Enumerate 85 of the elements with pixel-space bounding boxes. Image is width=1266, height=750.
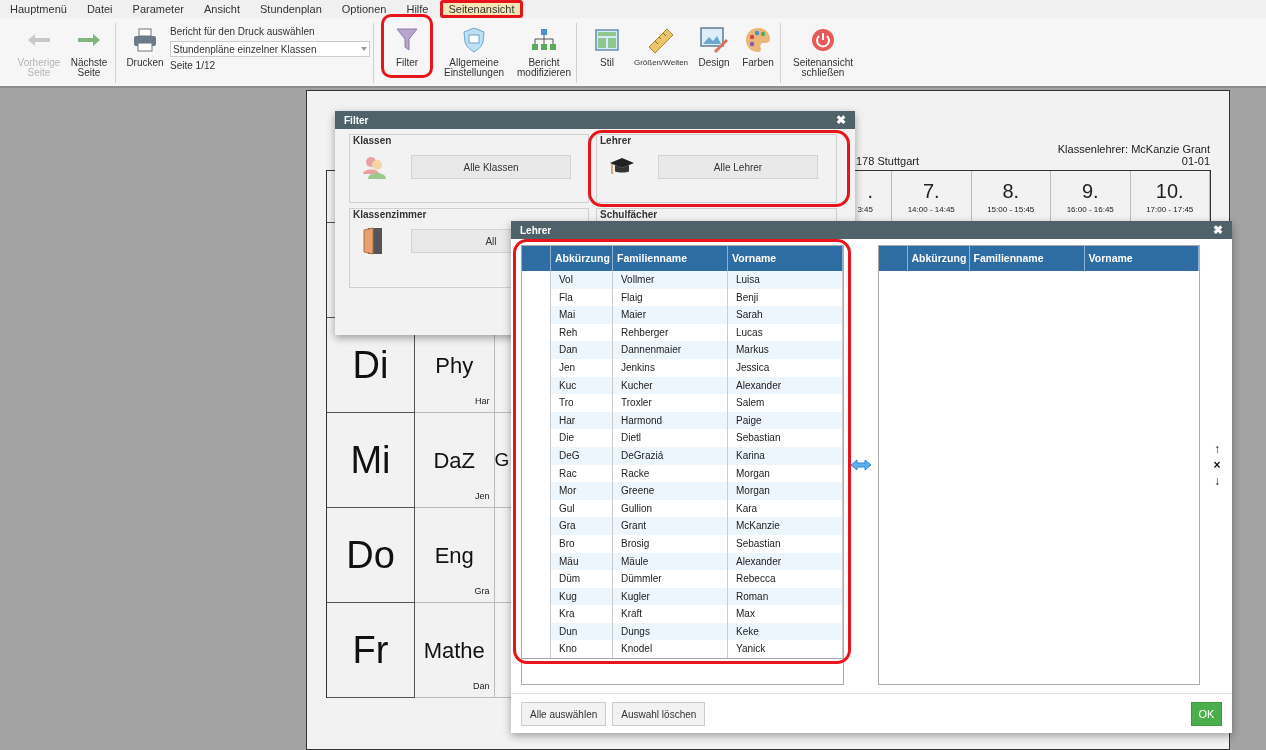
day-label: Fr bbox=[352, 627, 389, 673]
toolbar-button[interactable]: Stil bbox=[589, 18, 625, 78]
period-time: 3:45 bbox=[857, 204, 873, 215]
people-icon bbox=[362, 154, 388, 180]
hierarchy-icon bbox=[531, 28, 557, 52]
toolbar-button[interactable]: Filter bbox=[381, 18, 433, 78]
filter-select-button[interactable]: Alle Klassen bbox=[411, 155, 571, 179]
funnel-icon bbox=[396, 28, 418, 52]
toolbar-button[interactable]: Bericht modifizieren bbox=[515, 18, 573, 78]
shield-icon bbox=[463, 27, 485, 53]
footer-button[interactable]: Auswahl löschen bbox=[612, 702, 706, 726]
table-row[interactable]: Vol Vollmer Luisa bbox=[522, 271, 843, 289]
subject-label: Eng bbox=[434, 541, 474, 570]
teacher-code: Dan bbox=[473, 679, 490, 693]
table-row[interactable]: Dan Dannenmaier Markus bbox=[522, 341, 843, 359]
close-button[interactable]: ✖ bbox=[1213, 224, 1223, 236]
subject-label: Mathe bbox=[423, 636, 485, 665]
teacher-code: Har bbox=[475, 394, 490, 408]
period-number: 8. bbox=[1002, 178, 1020, 203]
ruler-icon bbox=[647, 27, 675, 53]
left-arrow-icon bbox=[27, 33, 51, 47]
column-header[interactable]: Vorname bbox=[1084, 246, 1200, 271]
toolbar-button[interactable]: Allgemeine Einstellungen bbox=[441, 18, 507, 78]
double-arrow-icon[interactable] bbox=[849, 459, 872, 471]
table-row[interactable]: Mor Greene Morgan bbox=[522, 482, 843, 500]
period-number: 9. bbox=[1081, 178, 1099, 203]
picture-pencil-icon bbox=[700, 27, 728, 53]
side-control-button[interactable]: ↑ bbox=[1214, 441, 1221, 457]
menu-item[interactable]: Optionen bbox=[335, 0, 393, 18]
door-icon bbox=[362, 227, 384, 255]
menu-item[interactable]: Seitenansicht bbox=[442, 0, 521, 18]
period-time: 17:00 - 17:45 bbox=[1146, 204, 1194, 215]
palette-icon bbox=[745, 27, 771, 53]
class-code-text: 01-01 bbox=[1181, 155, 1210, 167]
toolbar-button[interactable]: Nächste Seite bbox=[66, 18, 112, 78]
report-dropdown[interactable]: Stundenpläne einzelner Klassen bbox=[170, 41, 370, 57]
day-label: Di bbox=[352, 342, 389, 388]
period-number: 10. bbox=[1155, 178, 1184, 203]
subject-label: G bbox=[494, 447, 510, 472]
address-text: 178 Stuttgart bbox=[856, 155, 919, 167]
caret-icon bbox=[361, 47, 367, 51]
subject-label: DaZ bbox=[433, 446, 476, 475]
power-icon bbox=[811, 28, 835, 52]
layout-icon bbox=[595, 29, 619, 51]
side-control-button[interactable]: × bbox=[1213, 457, 1221, 473]
day-label: Mi bbox=[350, 437, 391, 483]
period-number: . bbox=[867, 178, 873, 203]
teacher-code: Jen bbox=[475, 489, 490, 503]
table-row[interactable]: Gra Grant McKanzie bbox=[522, 517, 843, 535]
class-teacher-text: Klassenlehrer: McKanzie Grant bbox=[1057, 143, 1210, 155]
menu-item[interactable]: Parameter bbox=[126, 0, 190, 18]
menu-item[interactable]: Hilfe bbox=[400, 0, 435, 18]
toolbar-button[interactable]: Design bbox=[695, 18, 733, 78]
period-time: 14:00 - 14:45 bbox=[907, 204, 955, 215]
toolbar-button[interactable]: Farben bbox=[739, 18, 777, 78]
close-button[interactable]: ✖ bbox=[836, 114, 846, 126]
period-time: 16:00 - 16:45 bbox=[1066, 204, 1114, 215]
day-label: Do bbox=[346, 532, 395, 578]
dialog-title-bar: Lehrer ✖ bbox=[511, 221, 1232, 239]
dialog-title-bar: Filter ✖ bbox=[335, 111, 855, 129]
toolbar-button[interactable]: Größen/Weiten bbox=[631, 18, 691, 78]
printer-icon bbox=[133, 28, 157, 52]
teacher-code: Gra bbox=[474, 584, 490, 598]
report-label: Bericht für den Druck auswählen bbox=[170, 26, 316, 38]
subject-label: Phy bbox=[435, 351, 474, 380]
toolbar-button[interactable]: Seitenansicht schließen bbox=[790, 18, 856, 78]
menu-item[interactable]: Datei bbox=[80, 0, 119, 18]
period-time: 15:00 - 15:45 bbox=[987, 204, 1035, 215]
menu-item[interactable]: Hauptmenü bbox=[4, 0, 73, 18]
group-title: Klassenzimmer bbox=[352, 209, 428, 220]
group-title: Schulfächer bbox=[599, 209, 659, 220]
footer-button[interactable]: Alle auswählen bbox=[521, 702, 607, 726]
column-header[interactable]: Abkürzung bbox=[907, 246, 970, 271]
table-row[interactable]: Mai Maier Sarah bbox=[522, 306, 843, 324]
group-title: Lehrer bbox=[599, 135, 633, 146]
column-header[interactable]: Familienname bbox=[969, 246, 1085, 271]
period-number: 7. bbox=[922, 178, 940, 203]
right-arrow-icon bbox=[77, 33, 101, 47]
group-title: Klassen bbox=[352, 135, 393, 146]
toolbar-button[interactable]: Drucken bbox=[123, 18, 167, 78]
menu-item[interactable]: Ansicht bbox=[197, 0, 246, 18]
side-control-button[interactable]: ↓ bbox=[1214, 473, 1221, 489]
page-indicator: Seite 1/12 bbox=[170, 60, 217, 72]
filter-select-button[interactable]: Alle Lehrer bbox=[658, 155, 818, 179]
menu-item[interactable]: Stundenplan bbox=[254, 0, 328, 18]
